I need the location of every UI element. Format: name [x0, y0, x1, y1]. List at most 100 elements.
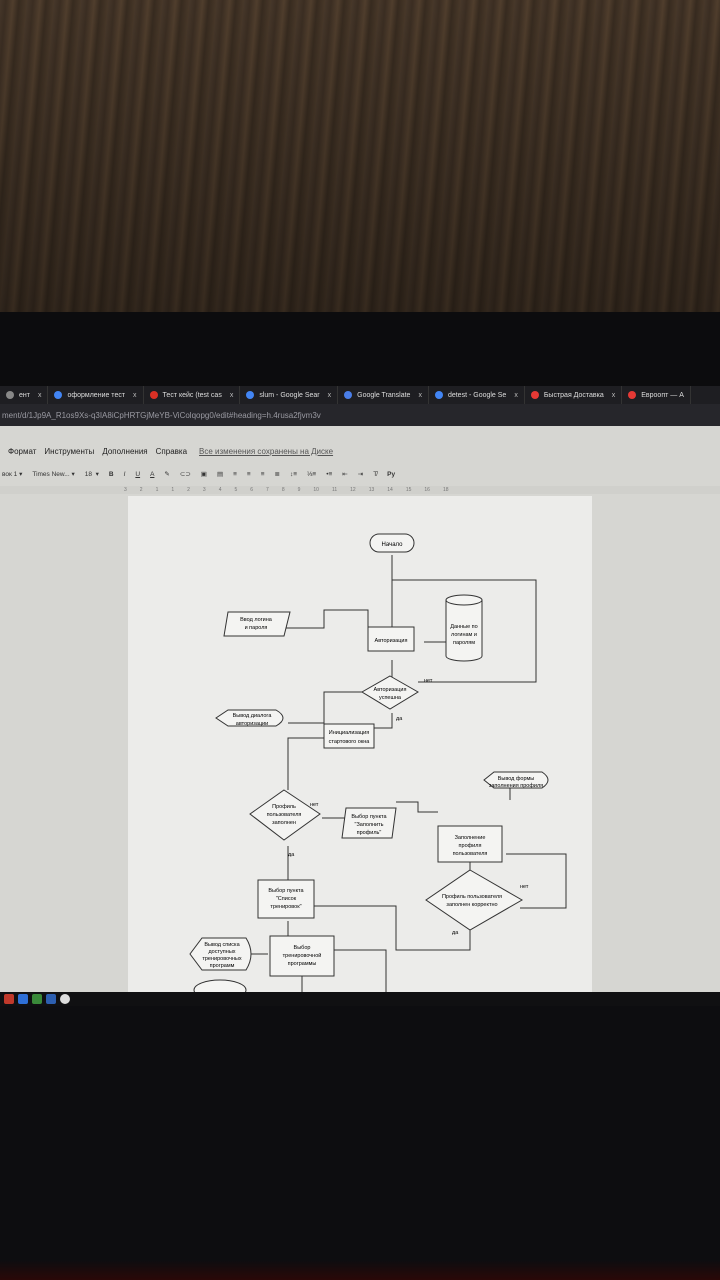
menu-tools[interactable]: Инструменты [44, 447, 94, 456]
align-right-icon[interactable]: ≡ [261, 471, 265, 478]
ruler-tick: 14 [387, 487, 393, 493]
browser-tab[interactable]: Быстрая Доставка x [525, 386, 623, 404]
init-line1: Инициализация [329, 730, 369, 736]
list-output-line3: тренировочных [202, 956, 242, 962]
ruler-tick: 2 [187, 487, 190, 493]
taskbar-sheets-icon[interactable] [32, 994, 42, 1004]
ruler-tick: 2 [139, 487, 143, 493]
close-tab-icon[interactable]: x [133, 392, 137, 399]
profile-form-line1: Вывод формы [498, 776, 535, 782]
google-docs-window: Формат Инструменты Дополнения Справка Вс… [0, 426, 720, 992]
taskbar-docs-icon[interactable] [18, 994, 28, 1004]
select-program-line1: Выбор [294, 945, 311, 951]
font-select[interactable]: Times New... ▾ [32, 470, 74, 479]
numbered-list-icon[interactable]: ⅓≡ [307, 471, 316, 478]
select-fill-line3: профиль" [357, 830, 382, 836]
close-tab-icon[interactable]: x [38, 392, 42, 399]
close-tab-icon[interactable]: x [514, 392, 518, 399]
monitor-lower-bezel [0, 1006, 720, 1280]
document-page[interactable]: Начало Ввод логина и пароля Авторизация … [128, 496, 592, 992]
browser-tab[interactable]: slum - Google Sear x [240, 386, 339, 404]
align-left-icon[interactable]: ≡ [233, 471, 237, 478]
monitor-bezel [0, 312, 720, 386]
ruler-tick: 4 [218, 487, 222, 493]
underline-button[interactable]: U [135, 471, 140, 478]
ruler-tick: 9 [297, 487, 301, 493]
browser-tab[interactable]: оформление тест x [48, 386, 144, 404]
browser-tab[interactable]: ент x [0, 386, 49, 404]
link-icon[interactable]: ⊂⊃ [180, 470, 191, 478]
auth-ok-line2: успешна [379, 695, 402, 701]
profile-form-line2: заполнения профиля [489, 783, 543, 789]
profile-filled-line1: Профиль [272, 804, 296, 810]
bold-button[interactable]: B [109, 471, 114, 478]
close-tab-icon[interactable]: x [418, 392, 422, 399]
browser-tab[interactable]: Google Translate x [338, 386, 429, 404]
select-list-line1: Выбор пункта [268, 888, 304, 894]
connector-login-auth [286, 609, 369, 635]
address-url: ment/d/1Jp9A_R1os9Xs-q3IA8iCpHRTGjMeYB-V… [2, 410, 321, 420]
connector-program-next [334, 949, 387, 992]
style-select[interactable]: вок 1 ▾ [2, 470, 22, 479]
ruler-tick: 10 [313, 487, 319, 493]
taskbar-word-icon[interactable] [46, 994, 56, 1004]
flowchart-diagram: Начало Ввод логина и пароля Авторизация … [189, 533, 567, 992]
ruler-tick: 5 [234, 487, 238, 493]
line-spacing-icon[interactable]: ↕≡ [290, 471, 297, 478]
taskbar-chrome-icon[interactable] [60, 994, 70, 1004]
bulleted-list-icon[interactable]: •≡ [326, 471, 332, 478]
image-icon[interactable]: ▤ [217, 470, 223, 478]
address-bar[interactable]: ment/d/1Jp9A_R1os9Xs-q3IA8iCpHRTGjMeYB-V… [0, 404, 720, 426]
close-tab-icon[interactable]: x [612, 392, 616, 399]
close-tab-icon[interactable]: x [328, 392, 332, 399]
decrease-indent-icon[interactable]: ⇤ [342, 470, 347, 478]
authorization-label: Авторизация [375, 638, 408, 644]
login-input-shape [223, 611, 291, 637]
menu-addons[interactable]: Дополнения [102, 447, 147, 456]
ruler-tick: 11 [331, 487, 338, 493]
no-label-2: нет [310, 802, 319, 808]
italic-button[interactable]: I [124, 471, 126, 478]
tab-label: Быстрая Доставка [543, 391, 604, 399]
font-size-value: 18 [84, 470, 92, 478]
browser-tab[interactable]: Тест кейс (test cas x [144, 386, 241, 404]
ruler[interactable]: 3 2 1 1 2 3 4 5 6 7 8 9 10 11 12 13 14 15 16 18 [0, 486, 720, 494]
clear-formatting-icon[interactable]: T̸ [373, 471, 377, 478]
wooden-wall-background [0, 0, 720, 312]
font-size-select[interactable]: 18 ▾ [84, 470, 99, 479]
highlight-icon[interactable]: ✎ [164, 470, 169, 478]
font-value: Times New... [32, 470, 70, 478]
saved-status-link[interactable]: Все изменения сохранены на Диске [199, 447, 333, 456]
db-line2: логинам и [451, 632, 477, 638]
ruler-tick: 1 [155, 487, 159, 493]
browser-tab[interactable]: Евроопт — А [622, 386, 691, 404]
text-color-button[interactable]: A [150, 471, 154, 478]
menu-help[interactable]: Справка [156, 447, 187, 456]
tab-label: ент [19, 391, 30, 399]
tab-label: Тест кейс (test cas [162, 391, 222, 399]
align-center-icon[interactable]: ≡ [247, 471, 251, 478]
select-list-line2: "Список [276, 896, 297, 902]
increase-indent-icon[interactable]: ⇥ [358, 470, 363, 478]
auth-dialog-line1: Вывод диалога [233, 713, 273, 719]
menu-format[interactable]: Формат [8, 447, 36, 456]
align-justify-icon[interactable]: ≣ [274, 470, 279, 478]
ruler-tick: 6 [250, 487, 254, 493]
ruler-tick: 3 [202, 487, 206, 493]
style-value: вок 1 [2, 470, 18, 478]
delivery-icon [530, 391, 539, 399]
close-tab-icon[interactable]: x [230, 392, 234, 399]
list-output-line1: Вывод списка [204, 942, 240, 948]
tab-label: slum - Google Sear [259, 391, 320, 399]
browser-tab[interactable]: detest - Google Se x [429, 386, 525, 404]
db-line1: Данные по [450, 624, 477, 630]
no-label-1: нет [424, 678, 433, 684]
list-output-line4: программ [210, 963, 235, 969]
taskbar-app-icon[interactable] [4, 994, 14, 1004]
profile-correct-decision [425, 869, 524, 931]
ruler-tick: 12 [350, 487, 356, 493]
comment-icon[interactable]: ▣ [201, 470, 207, 478]
auth-dialog-line2: авторизации [236, 721, 268, 727]
input-tools-button[interactable]: Ру [387, 471, 395, 478]
profile-correct-line2: заполнен корректно [446, 902, 497, 908]
